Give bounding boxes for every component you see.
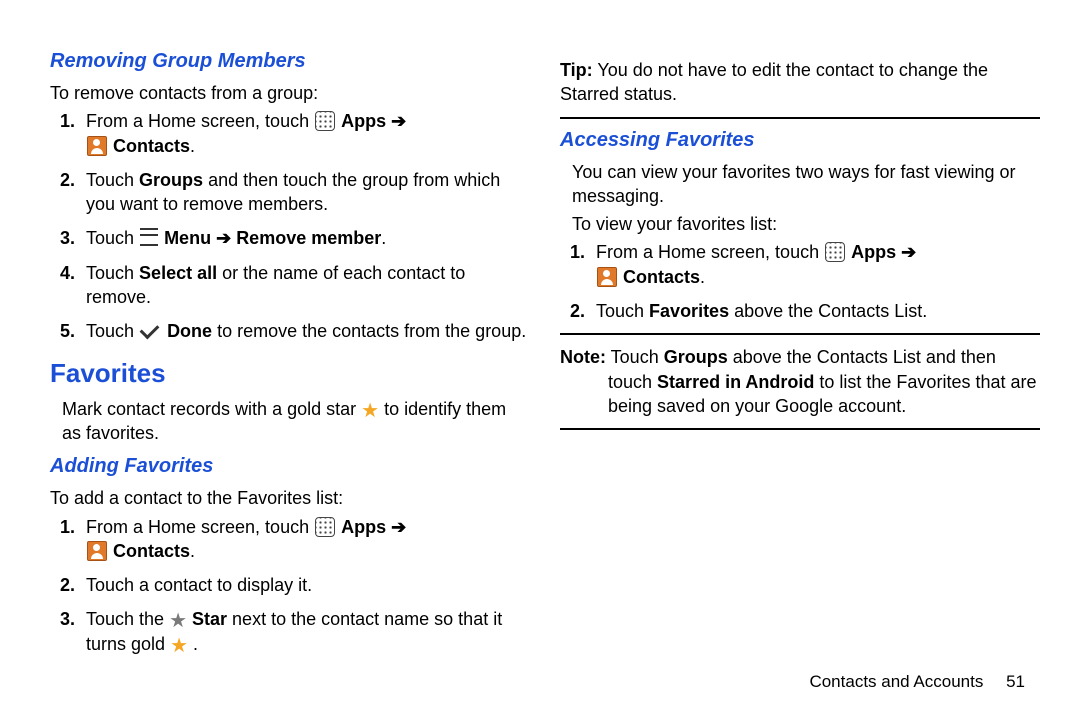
heading-removing-group-members: Removing Group Members xyxy=(50,50,530,73)
note-box: Note: Touch Groups above the Contacts Li… xyxy=(560,333,1040,430)
text: above the Contacts List. xyxy=(729,301,927,321)
text: to remove the contacts from the group. xyxy=(212,321,526,341)
apps-icon xyxy=(315,111,335,131)
text: Touch xyxy=(596,301,649,321)
text-bold: Star xyxy=(192,609,227,629)
text-bold: Groups xyxy=(139,170,203,190)
heading-adding-favorites: Adding Favorites xyxy=(50,455,530,478)
access-steps-list: From a Home screen, touch Apps ➔ Contact… xyxy=(590,240,1040,323)
text-bold: Remove member xyxy=(236,228,381,248)
text-bold: Starred in Android xyxy=(657,372,814,392)
text: Touch xyxy=(86,263,139,283)
menu-label: Menu xyxy=(164,228,211,248)
text-bold: Favorites xyxy=(649,301,729,321)
text-bold: Groups xyxy=(664,347,728,367)
list-item: Touch Select all or the name of each con… xyxy=(80,261,530,310)
text: From a Home screen, touch xyxy=(596,242,824,262)
tip-text: You do not have to edit the contact to c… xyxy=(560,60,988,104)
list-item: Touch a contact to display it. xyxy=(80,573,530,597)
list-item: Touch Menu ➔ Remove member. xyxy=(80,226,530,250)
text: . xyxy=(381,228,386,248)
access-paragraph-2: To view your favorites list: xyxy=(572,212,1040,236)
contacts-label: Contacts xyxy=(113,541,190,561)
text: Touch xyxy=(86,321,139,341)
star-icon: ★ xyxy=(361,400,379,422)
apps-icon xyxy=(315,517,335,537)
list-item: From a Home screen, touch Apps ➔ Contact… xyxy=(80,515,530,564)
apps-label: Apps xyxy=(341,111,386,131)
page-footer: Contacts and Accounts 51 xyxy=(809,672,1025,692)
done-label: Done xyxy=(167,321,212,341)
contact-icon xyxy=(87,541,107,561)
heading-favorites: Favorites xyxy=(50,358,530,389)
arrow-icon: ➔ xyxy=(391,111,406,131)
footer-chapter: Contacts and Accounts xyxy=(809,672,983,691)
text: From a Home screen, touch xyxy=(86,111,314,131)
left-column: Removing Group Members To remove contact… xyxy=(50,40,530,666)
list-item: Touch Groups and then touch the group fr… xyxy=(80,168,530,217)
menu-icon xyxy=(140,228,158,246)
heading-accessing-favorites: Accessing Favorites xyxy=(560,129,1040,152)
text: Touch xyxy=(86,170,139,190)
apps-icon xyxy=(825,242,845,262)
text: From a Home screen, touch xyxy=(86,517,314,537)
page-body: Removing Group Members To remove contact… xyxy=(0,0,1080,666)
check-icon xyxy=(140,320,160,340)
apps-label: Apps xyxy=(851,242,896,262)
text: . xyxy=(193,634,198,654)
text: Touch the xyxy=(86,609,169,629)
footer-page-number: 51 xyxy=(1006,672,1025,691)
text-bold: Select all xyxy=(139,263,217,283)
contact-icon xyxy=(597,267,617,287)
contacts-label: Contacts xyxy=(113,136,190,156)
list-item: From a Home screen, touch Apps ➔ Contact… xyxy=(590,240,1040,289)
arrow-icon: ➔ xyxy=(901,242,916,262)
add-steps-list: From a Home screen, touch Apps ➔ Contact… xyxy=(80,515,530,656)
note-label: Note: xyxy=(560,347,606,367)
list-item: Touch the ★ Star next to the contact nam… xyxy=(80,607,530,656)
list-item: Touch Favorites above the Contacts List. xyxy=(590,299,1040,323)
arrow-icon: ➔ xyxy=(391,517,406,537)
tip-box: Tip: You do not have to edit the contact… xyxy=(560,48,1040,119)
arrow-icon: ➔ xyxy=(216,228,231,248)
text: Mark contact records with a gold star xyxy=(62,399,361,419)
favorites-intro: Mark contact records with a gold star ★ … xyxy=(62,397,530,446)
apps-label: Apps xyxy=(341,517,386,537)
contacts-label: Contacts xyxy=(623,267,700,287)
text: Touch xyxy=(606,347,664,367)
right-column: Tip: You do not have to edit the contact… xyxy=(560,40,1040,666)
remove-intro: To remove contacts from a group: xyxy=(50,81,530,105)
add-intro: To add a contact to the Favorites list: xyxy=(50,486,530,510)
star-icon: ★ xyxy=(170,635,188,657)
text: . xyxy=(190,541,195,561)
text: . xyxy=(700,267,705,287)
access-paragraph-1: You can view your favorites two ways for… xyxy=(572,160,1040,209)
remove-steps-list: From a Home screen, touch Apps ➔ Contact… xyxy=(80,109,530,343)
star-gray-icon: ★ xyxy=(169,610,187,632)
text: Touch xyxy=(86,228,139,248)
list-item: From a Home screen, touch Apps ➔ Contact… xyxy=(80,109,530,158)
text: . xyxy=(190,136,195,156)
list-item: Touch Done to remove the contacts from t… xyxy=(80,319,530,343)
tip-label: Tip: xyxy=(560,60,593,80)
contact-icon xyxy=(87,136,107,156)
